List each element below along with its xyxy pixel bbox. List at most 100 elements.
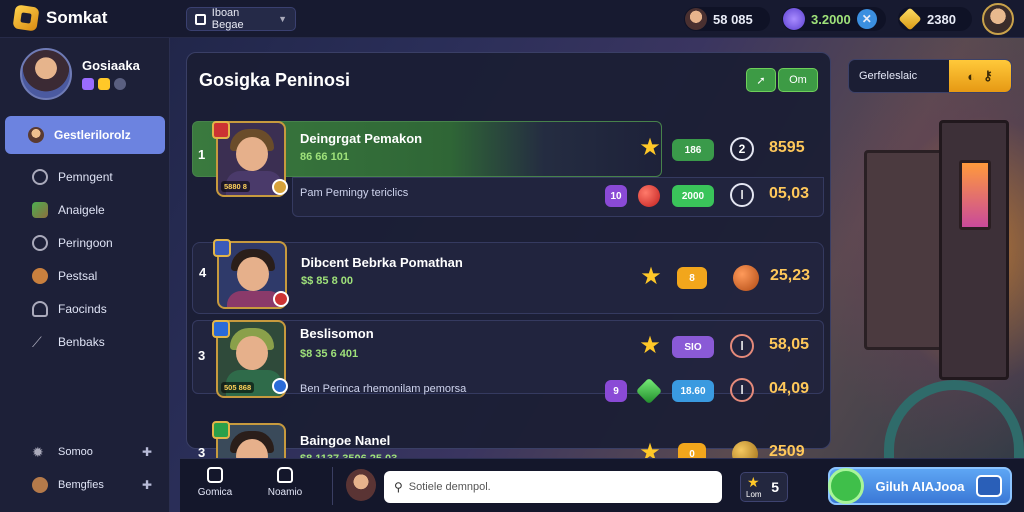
currency-orbs[interactable]: 3.2000 ✕ xyxy=(782,7,886,31)
side-action-bar: Gerfeleslaic ◐ ⚷ xyxy=(848,59,1012,93)
currency-value: 3.2000 xyxy=(811,11,851,27)
chat-icon xyxy=(976,475,1002,497)
sidebar-item-2[interactable]: Anaigele xyxy=(0,193,170,226)
rank-shield-icon xyxy=(272,378,288,394)
user-card[interactable]: Gosiaaka xyxy=(20,48,140,100)
sidebar-item-6[interactable]: ⟋ Benbaks xyxy=(0,325,170,358)
table-row[interactable]: 3 505 868 Beslisomon $8 35 6 401 Ben Per… xyxy=(192,320,824,446)
rank-ring: ǀ xyxy=(730,378,754,402)
currency-value: 2380 xyxy=(927,11,956,27)
plus-icon[interactable]: ✕ xyxy=(856,9,877,29)
settings-small-icon[interactable]: ✚ xyxy=(142,478,152,492)
shield-icon xyxy=(32,168,48,185)
table-row[interactable]: 1 5880 8 Deingrgat Pemakon 86 66 101 Pam… xyxy=(192,121,824,241)
badge-gold-icon xyxy=(98,78,110,90)
currency-value: 58 085 xyxy=(713,11,753,27)
side-action-button[interactable]: ◐ ⚷ xyxy=(949,60,1011,92)
map-icon xyxy=(32,201,48,218)
app-logo[interactable]: Somkat xyxy=(12,4,108,32)
star-icon[interactable]: ★ xyxy=(638,136,662,160)
main-cta-button[interactable]: Giluh AIAJooa xyxy=(828,467,1012,505)
sidebar-item-label: Peringoon xyxy=(58,235,113,250)
mask-icon xyxy=(32,476,48,493)
avatar xyxy=(20,48,72,100)
rank-ring: ǀ xyxy=(730,183,754,207)
pin-icon: ➚ xyxy=(756,74,766,87)
badge-purple-icon xyxy=(82,78,94,90)
row-score: 25,23 xyxy=(770,267,811,284)
sidebar-item-mask[interactable]: Bemgfies ✚ xyxy=(0,468,170,501)
sidebar-item-4[interactable]: Pestsal xyxy=(0,259,170,292)
profile-avatar[interactable] xyxy=(982,3,1014,35)
tag-pill[interactable]: 9 xyxy=(605,380,627,402)
ok-button[interactable]: Om xyxy=(778,68,818,92)
row-name: Dibcent Bebrka Pomathan xyxy=(301,255,463,270)
bag-icon xyxy=(277,467,293,483)
row-name: Beslisomon xyxy=(300,326,374,341)
crest-icon xyxy=(212,121,230,139)
red-orb-icon xyxy=(638,185,660,207)
search-placeholder: Sotiele demnpol. xyxy=(408,481,491,493)
star-icon[interactable]: ★ xyxy=(639,265,663,289)
green-c-icon xyxy=(828,468,864,504)
rank-shield-icon xyxy=(272,179,288,195)
sidebar-item-label: Pemngent xyxy=(58,169,113,184)
row-stats: 86 66 101 xyxy=(300,151,349,163)
app-name: Somkat xyxy=(46,8,108,27)
sidebar: Gosiaaka Gestlerilorolz Pemngent Anaigel… xyxy=(0,38,170,512)
row-description: Ben Perinca rhemonilam pemorsa xyxy=(300,383,467,395)
sidebar-item-1[interactable]: Pemngent xyxy=(0,160,170,193)
power-pill[interactable]: 18.60 xyxy=(672,380,714,402)
row-score: 05,03 xyxy=(769,185,810,202)
row-score: 58,05 xyxy=(769,336,810,353)
divider xyxy=(332,467,333,505)
hero-portrait-icon xyxy=(685,8,707,30)
currency-heroes[interactable]: 58 085 xyxy=(684,7,770,31)
pin-button[interactable]: ➚ xyxy=(746,68,776,92)
row-rank: 1 xyxy=(198,147,206,162)
level-pill[interactable]: SIO xyxy=(672,336,714,358)
sidebar-item-label: Faocinds xyxy=(58,301,107,316)
target-icon xyxy=(32,234,48,251)
purple-orb-icon xyxy=(783,8,805,30)
check-box-icon xyxy=(207,467,223,483)
leaderboard-panel: Gosigka Peninosi ➚ Om 1 5880 8 Deingrgat… xyxy=(186,52,831,485)
settings-small-icon[interactable]: ✚ xyxy=(142,445,152,459)
sidebar-item-label: Bemgfies xyxy=(58,478,104,491)
currency-gems[interactable]: 2380 xyxy=(898,7,972,31)
star-icon[interactable]: ★ xyxy=(638,334,662,358)
sidebar-nav: Gestlerilorolz Pemngent Anaigele Peringo… xyxy=(0,116,170,358)
sidebar-item-label: Gestlerilorolz xyxy=(54,128,131,142)
bottom-item-label: Noamio xyxy=(267,487,303,498)
bottom-item-0[interactable]: Gomica xyxy=(188,467,242,498)
filter-icon xyxy=(195,13,206,25)
sidebar-item-5[interactable]: Faocinds xyxy=(0,292,170,325)
sidebar-bottom-nav: ✹ Somoo ✚ Bemgfies ✚ xyxy=(0,435,170,501)
crest-icon xyxy=(212,421,230,439)
table-row[interactable]: 4 Dibcent Bebrka Pomathan $$ 85 8 00 ★ 8… xyxy=(192,239,824,314)
search-input[interactable]: ⚲ Sotiele demnpol. xyxy=(384,471,722,503)
filter-label: Iboan Begae xyxy=(211,7,244,31)
crest-icon xyxy=(212,320,230,338)
logo-gem-icon xyxy=(12,4,40,32)
level-pill[interactable]: 8 xyxy=(677,267,707,289)
sidebar-item-heroes[interactable]: Gestlerilorolz xyxy=(5,116,165,154)
stars-counter[interactable]: ★ Lom 5 xyxy=(740,472,788,502)
bottom-item-1[interactable]: Noamio xyxy=(258,467,312,498)
level-pill[interactable]: 186 xyxy=(672,139,714,161)
row-stats: $$ 85 8 00 xyxy=(301,275,353,287)
sidebar-item-3[interactable]: Peringoon xyxy=(0,226,170,259)
key-icon: ⚷ xyxy=(983,68,993,83)
badge-grey-icon xyxy=(114,78,126,90)
row-stats: $8 35 6 401 xyxy=(300,348,359,360)
avatar[interactable] xyxy=(346,469,376,501)
tag-pill[interactable]: 10 xyxy=(605,185,627,207)
cta-label: Giluh AIAJooa xyxy=(875,478,965,494)
bottom-bar: Gomica Noamio ⚲ Sotiele demnpol. ★ Lom 5… xyxy=(180,458,1024,512)
power-pill[interactable]: 2000 xyxy=(672,185,714,207)
filter-dropdown[interactable]: Iboan Begae ▼ xyxy=(186,7,296,31)
row-score: 8595 xyxy=(769,139,805,156)
panel-title: Gosigka Peninosi xyxy=(199,70,351,90)
sidebar-item-settings[interactable]: ✹ Somoo ✚ xyxy=(0,435,170,468)
sidebar-item-label: Somoo xyxy=(58,445,93,458)
